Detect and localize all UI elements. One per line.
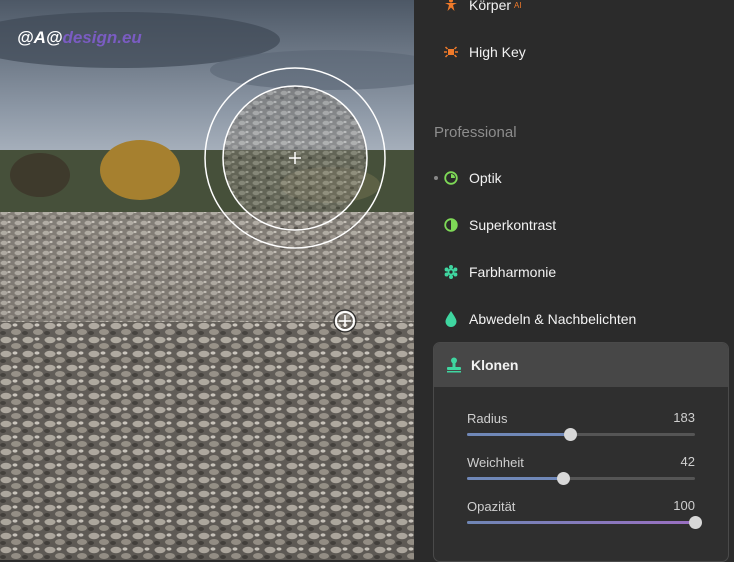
klonen-title: Klonen <box>471 357 519 373</box>
contrast-icon <box>444 218 458 232</box>
radius-label: Radius <box>467 411 508 426</box>
body-icon <box>444 0 458 12</box>
klonen-header[interactable]: Klonen <box>434 343 728 387</box>
tool-high-key[interactable]: High Key <box>444 39 526 65</box>
weichheit-value: 42 <box>680 454 695 469</box>
opazitaet-value: 100 <box>673 498 695 513</box>
weichheit-slider[interactable]: Weichheit 42 <box>467 454 695 485</box>
radius-knob[interactable] <box>563 428 577 441</box>
opazitaet-knob[interactable] <box>689 516 702 529</box>
stamp-icon <box>446 357 462 373</box>
drop-icon <box>444 311 458 327</box>
photo-canvas[interactable]: @A@design.eu <box>0 0 414 560</box>
weichheit-label: Weichheit <box>467 455 524 470</box>
tool-farbharmonie[interactable]: Farbharmonie <box>444 259 556 285</box>
lens-icon <box>444 171 458 185</box>
opazitaet-slider[interactable]: Opazität 100 <box>467 498 702 529</box>
tool-optik-label: Optik <box>469 170 502 186</box>
tool-superkontrast[interactable]: Superkontrast <box>444 212 556 238</box>
weichheit-knob[interactable] <box>556 472 570 485</box>
weichheit-track[interactable] <box>467 472 695 485</box>
radius-value: 183 <box>673 410 695 425</box>
opazitaet-track[interactable] <box>467 516 702 529</box>
high-key-icon <box>444 45 458 59</box>
active-indicator-dot <box>434 176 438 180</box>
tool-high-key-label: High Key <box>469 44 526 60</box>
opazitaet-label: Opazität <box>467 499 516 514</box>
tool-panel: Körper AI High Key Professional Optik Su… <box>414 0 734 562</box>
tool-koerper[interactable]: Körper AI <box>444 0 522 18</box>
opazitaet-fill <box>467 521 695 524</box>
tool-abwedeln[interactable]: Abwedeln & Nachbelichten <box>444 306 636 332</box>
gear-flower-icon <box>444 265 458 279</box>
weichheit-fill <box>467 477 563 480</box>
tool-koerper-label: Körper <box>469 0 512 13</box>
photo-image <box>0 0 414 560</box>
radius-track[interactable] <box>467 428 695 441</box>
ai-badge: AI <box>514 0 522 10</box>
radius-fill <box>467 433 570 436</box>
tool-farbharmonie-label: Farbharmonie <box>469 264 557 280</box>
radius-slider[interactable]: Radius 183 <box>467 410 695 441</box>
tool-abwedeln-label: Abwedeln & Nachbelichten <box>469 311 637 327</box>
tool-superkontrast-label: Superkontrast <box>469 217 557 233</box>
tool-optik[interactable]: Optik <box>444 165 502 191</box>
watermark: @A@design.eu <box>17 28 142 47</box>
klonen-panel: Klonen Radius 183 Weichheit 42 Opazität … <box>433 342 729 562</box>
section-professional-title: Professional <box>434 124 517 141</box>
